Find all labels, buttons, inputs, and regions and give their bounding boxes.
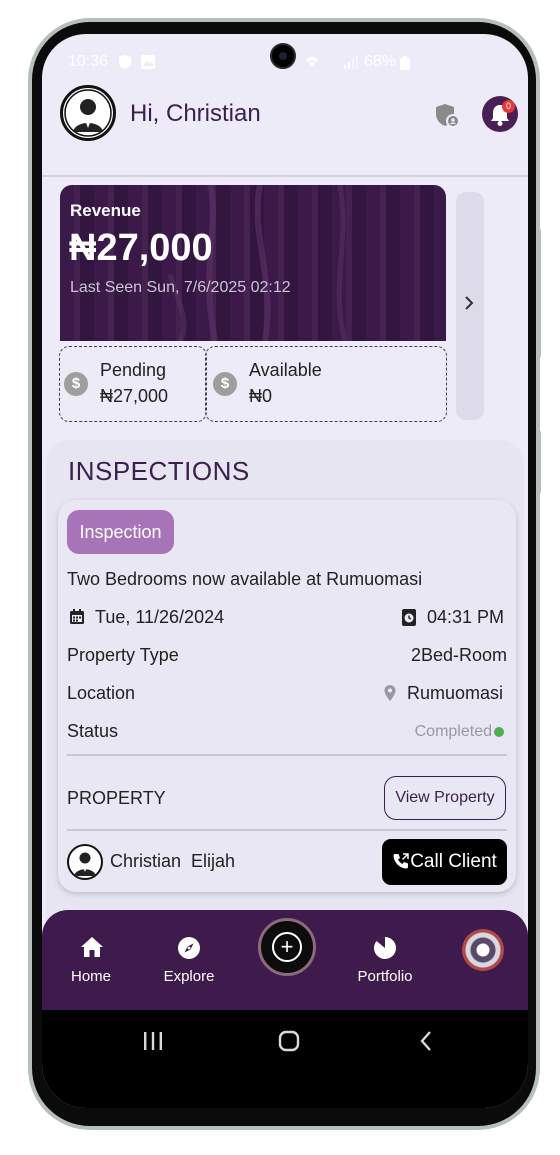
nav-portfolio[interactable]: Portfolio [340, 934, 430, 994]
calendar-icon [70, 609, 84, 624]
call-client-label: Call Client [410, 851, 497, 872]
revenue-amount: ₦27,000 [69, 227, 213, 269]
status-value: Completed [414, 723, 492, 740]
recent-apps-icon[interactable] [142, 1030, 164, 1052]
property-type-label: Property Type [67, 645, 179, 665]
inspection-time: 04:31 PM [427, 607, 505, 627]
property-type-value: 2Bed-Room [410, 645, 507, 665]
header-divider [42, 175, 528, 177]
nav-explore[interactable]: Explore [144, 934, 234, 994]
security-shield-icon[interactable] [434, 102, 460, 128]
front-camera [270, 43, 296, 69]
pie-chart-icon [374, 937, 396, 959]
available-coin-icon: $ [213, 372, 237, 396]
shield-status-icon [119, 55, 131, 69]
wifi-icon [306, 57, 318, 67]
profile-avatar[interactable] [462, 929, 504, 971]
client-name: Christian Elijah [110, 851, 236, 871]
status-dot [494, 727, 504, 737]
back-icon[interactable] [418, 1030, 434, 1052]
compass-icon [178, 937, 200, 959]
property-section-label: PROPERTY [67, 788, 166, 808]
location-label: Location [67, 683, 136, 703]
chevron-right-icon[interactable] [462, 295, 476, 311]
power-button [536, 430, 541, 494]
home-system-icon[interactable] [278, 1030, 300, 1052]
pending-label: Pending [100, 360, 167, 380]
battery-icon [400, 56, 410, 70]
battery-level: 68% [364, 53, 397, 70]
nav-portfolio-label: Portfolio [357, 968, 413, 985]
pending-coin-icon: $ [64, 372, 88, 396]
notification-badge: 0 [502, 100, 515, 113]
client-person-icon [74, 852, 96, 876]
location-pin-icon [384, 685, 396, 701]
status-label: Status [67, 721, 119, 741]
nav-explore-label: Explore [163, 968, 215, 985]
plus-icon: + [272, 932, 302, 962]
person-icon [64, 89, 112, 137]
nav-home[interactable]: Home [46, 934, 136, 994]
nav-home-label: Home [70, 968, 111, 985]
call-client-button[interactable]: Call Client [382, 839, 507, 885]
revenue-label: Revenue [70, 201, 141, 220]
available-box[interactable] [205, 346, 447, 422]
signal-icon [344, 56, 358, 69]
client-avatar [67, 844, 103, 880]
pending-value: ₦27,000 [100, 386, 169, 406]
volume-button [536, 228, 541, 358]
view-property-button[interactable]: View Property [384, 776, 506, 820]
inspection-tag: Inspection [67, 510, 174, 554]
inspection-date: Tue, 11/26/2024 [95, 607, 225, 627]
card-divider [67, 754, 507, 756]
inspection-title: Two Bedrooms now available at Rumuomasi [67, 569, 423, 589]
status-time: 10:36 [68, 53, 109, 70]
inspections-title: INSPECTIONS [68, 456, 250, 486]
phone-call-icon [393, 853, 409, 869]
clock-icon [402, 609, 416, 626]
home-icon [81, 937, 103, 957]
image-status-icon [141, 55, 155, 69]
status-bar: 10:36 68% [42, 34, 528, 90]
user-avatar[interactable] [60, 85, 116, 141]
last-seen-text: Last Seen Sun, 7/6/2025 02:12 [70, 279, 291, 296]
location-value: Rumuomasi [406, 683, 503, 703]
available-value: ₦0 [249, 386, 273, 406]
system-navigation-bar [42, 1010, 528, 1108]
card-divider-2 [67, 829, 507, 831]
app-screen: 10:36 68% Hi, Christian 0 Revenue ₦27,00… [42, 34, 528, 1108]
greeting: Hi, Christian [130, 100, 261, 127]
available-label: Available [249, 360, 322, 380]
